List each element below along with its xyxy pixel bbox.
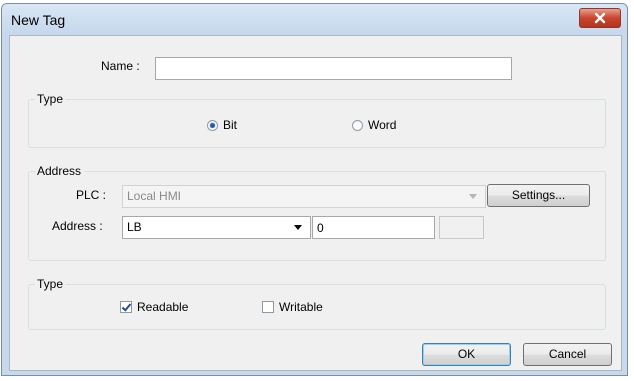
address-group-title: Address (35, 164, 85, 178)
close-button[interactable] (579, 8, 621, 28)
bit-radio[interactable]: Bit (207, 118, 237, 132)
name-input[interactable] (155, 57, 512, 80)
chevron-down-icon (469, 194, 477, 199)
word-radio-icon (352, 119, 363, 131)
close-icon (594, 12, 606, 24)
settings-button[interactable]: Settings... (487, 184, 590, 207)
word-radio-label: Word (368, 118, 397, 132)
writable-label: Writable (279, 300, 323, 314)
word-radio[interactable]: Word (352, 118, 396, 132)
readable-label: Readable (137, 300, 189, 314)
ok-button[interactable]: OK (422, 343, 511, 366)
address-device-value: LB (127, 220, 142, 234)
plc-select: Local HMI (122, 185, 486, 208)
address-value-input[interactable]: 0 (312, 216, 435, 239)
title-bar[interactable]: New Tag (2, 4, 627, 34)
new-tag-dialog: New Tag Name : Type Bit Word Address PLC… (1, 3, 628, 376)
writable-checkbox[interactable]: Writable (262, 300, 323, 314)
plc-label: PLC : (76, 188, 107, 202)
address-group: Address PLC : Local HMI Settings... Addr… (28, 164, 606, 261)
chevron-down-icon (294, 225, 302, 230)
bit-radio-label: Bit (223, 118, 238, 132)
access-group: Type Readable Writable (28, 277, 606, 330)
checkmark-icon (120, 301, 132, 313)
address-label: Address : (52, 219, 103, 233)
address-device-select[interactable]: LB (122, 216, 311, 239)
address-extra-field (439, 216, 484, 239)
dialog-body: Name : Type Bit Word Address PLC : Local… (9, 35, 622, 371)
type-group-title: Type (35, 92, 67, 106)
cancel-button[interactable]: Cancel (523, 343, 612, 366)
window-title: New Tag (11, 12, 66, 28)
type-group: Type Bit Word (28, 92, 606, 148)
plc-select-value: Local HMI (127, 189, 182, 203)
checkbox-empty-icon (262, 301, 274, 313)
access-group-title: Type (35, 277, 67, 291)
readable-checkbox[interactable]: Readable (120, 300, 188, 314)
name-label: Name : (101, 59, 140, 73)
bit-radio-icon (207, 119, 218, 131)
